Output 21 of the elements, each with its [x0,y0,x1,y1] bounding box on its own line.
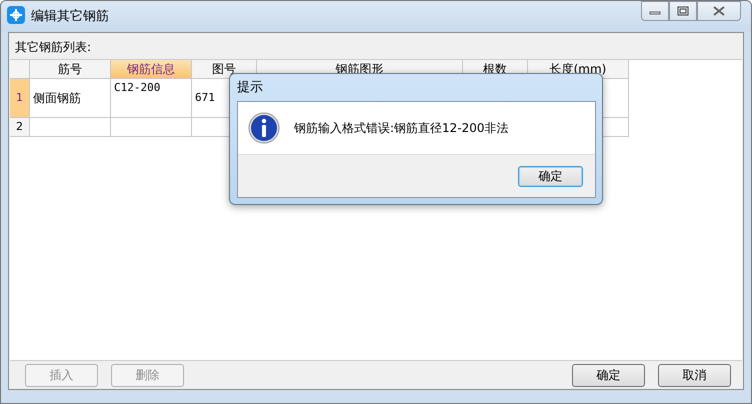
ok-button[interactable]: 确定 [572,364,645,386]
column-header[interactable]: 钢筋信息 [111,60,192,79]
cancel-button[interactable]: 取消 [658,364,731,386]
table-cell[interactable] [111,118,192,137]
window-title: 编辑其它钢筋 [31,8,109,25]
table-cell[interactable] [30,118,111,137]
app-icon [7,6,25,24]
row-number[interactable]: 1 [10,79,30,118]
row-number[interactable]: 2 [10,118,30,137]
column-header[interactable]: 筋号 [30,60,111,79]
maximize-button[interactable] [669,1,697,21]
close-icon [712,6,726,16]
minimize-button[interactable] [641,1,669,21]
dialog-ok-button[interactable]: 确定 [518,166,583,186]
list-label: 其它钢筋列表: [14,39,92,56]
info-icon [248,112,280,144]
maximize-icon [677,6,689,16]
table-cell[interactable]: 侧面钢筋 [30,79,111,118]
table-cell[interactable]: C12-200 [111,79,192,118]
dialog-message: 钢筋输入格式错误:钢筋直径12-200非法 [294,120,509,136]
close-button[interactable] [697,1,741,21]
